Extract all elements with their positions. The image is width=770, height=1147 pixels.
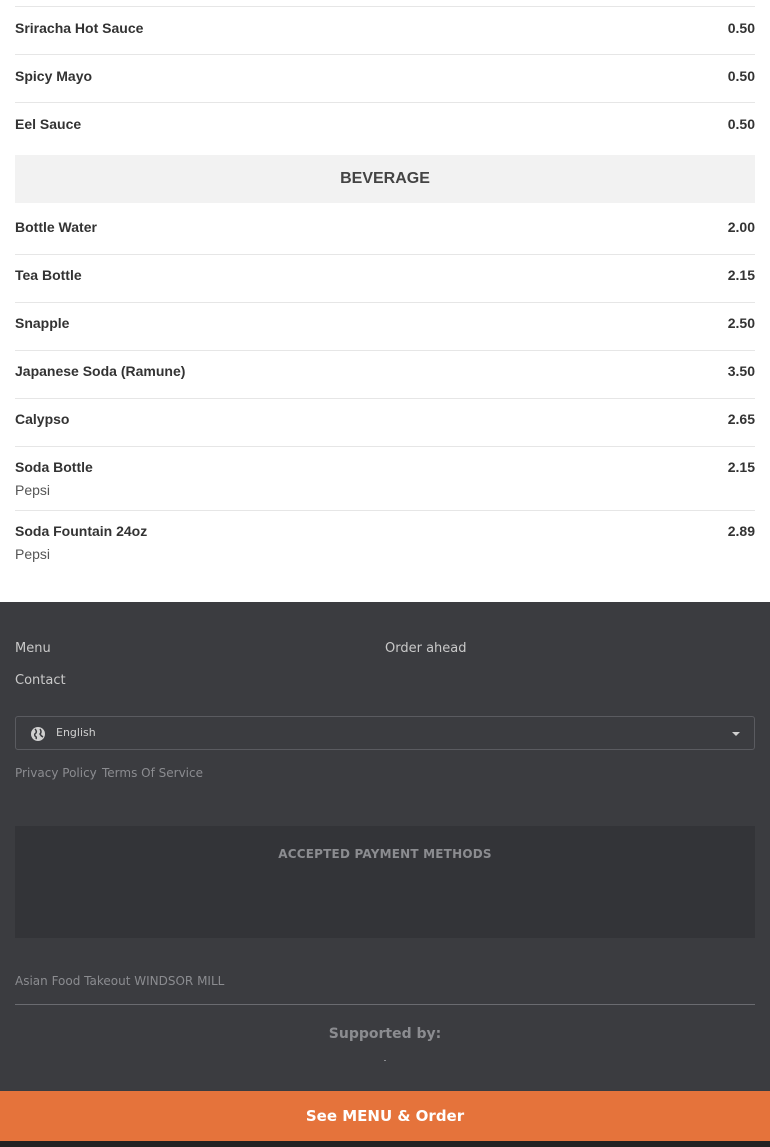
item-name: Bottle Water: [15, 219, 97, 235]
item-description: Pepsi: [15, 546, 51, 562]
legal-separator: ·: [93, 766, 97, 780]
item-name: Eel Sauce: [15, 116, 82, 132]
footer-link-contact[interactable]: Contact: [15, 673, 66, 688]
business-description: Asian Food Takeout WINDSOR MILL: [15, 974, 225, 988]
footer-link-order-ahead[interactable]: Order ahead: [385, 641, 467, 656]
sponsor-logo-placeholder: [384, 1060, 386, 1061]
menu-item-soda-bottle[interactable]: Soda Bottle 2.15 Pepsi: [15, 447, 755, 511]
item-name: Japanese Soda (Ramune): [15, 363, 186, 379]
menu-item-eel-sauce[interactable]: Eel Sauce 0.50: [15, 103, 755, 151]
footer-divider: [15, 1004, 755, 1005]
item-name: Soda Bottle: [15, 459, 93, 475]
menu-item-calypso[interactable]: Calypso 2.65: [15, 399, 755, 447]
item-name: Tea Bottle: [15, 267, 82, 283]
item-description: Pepsi: [15, 482, 51, 498]
item-price: 2.50: [727, 315, 755, 331]
menu-item-soda-fountain[interactable]: Soda Fountain 24oz 2.89 Pepsi: [15, 511, 755, 575]
privacy-policy-link[interactable]: Privacy Policy: [15, 766, 97, 780]
item-name: Snapple: [15, 315, 70, 331]
item-name: Calypso: [15, 411, 70, 427]
item-price: 0.50: [727, 20, 755, 36]
language-select[interactable]: English: [15, 716, 755, 750]
chevron-down-icon: [732, 732, 740, 736]
bottom-bar: [0, 1141, 770, 1147]
section-heading-beverage: BEVERAGE: [15, 155, 755, 203]
see-menu-order-button[interactable]: See MENU & Order: [0, 1091, 770, 1141]
list-top-divider: [15, 0, 755, 7]
site-footer: Menu Order ahead Contact English Privacy…: [0, 602, 770, 1147]
payment-methods-panel: ACCEPTED PAYMENT METHODS: [15, 826, 755, 938]
menu-list: Sriracha Hot Sauce 0.50 Spicy Mayo 0.50 …: [15, 0, 755, 151]
beverage-list: Bottle Water 2.00 Tea Bottle 2.15 Snappl…: [15, 203, 755, 575]
globe-icon: [30, 726, 46, 746]
item-price: 3.50: [727, 363, 755, 379]
item-price: 2.65: [727, 411, 755, 427]
menu-item-tea-bottle[interactable]: Tea Bottle 2.15: [15, 255, 755, 303]
item-price: 2.89: [727, 523, 755, 539]
item-price: 2.15: [727, 459, 755, 475]
menu-item-sriracha[interactable]: Sriracha Hot Sauce 0.50: [15, 7, 755, 55]
item-name: Sriracha Hot Sauce: [15, 20, 144, 36]
terms-of-service-link[interactable]: Terms Of Service: [102, 766, 203, 780]
item-name: Spicy Mayo: [15, 68, 93, 84]
item-name: Soda Fountain 24oz: [15, 523, 148, 539]
footer-link-menu[interactable]: Menu: [15, 641, 51, 656]
item-price: 0.50: [727, 68, 755, 84]
menu-item-spicy-mayo[interactable]: Spicy Mayo 0.50: [15, 55, 755, 103]
item-price: 0.50: [727, 116, 755, 132]
supported-by-label: Supported by:: [328, 1026, 442, 1042]
language-selected-value: English: [56, 726, 96, 739]
menu-item-ramune[interactable]: Japanese Soda (Ramune) 3.50: [15, 351, 755, 399]
menu-item-bottle-water[interactable]: Bottle Water 2.00: [15, 203, 755, 255]
menu-item-snapple[interactable]: Snapple 2.50: [15, 303, 755, 351]
item-price: 2.00: [727, 219, 755, 235]
item-price: 2.15: [727, 267, 755, 283]
payment-methods-title: ACCEPTED PAYMENT METHODS: [278, 847, 492, 861]
